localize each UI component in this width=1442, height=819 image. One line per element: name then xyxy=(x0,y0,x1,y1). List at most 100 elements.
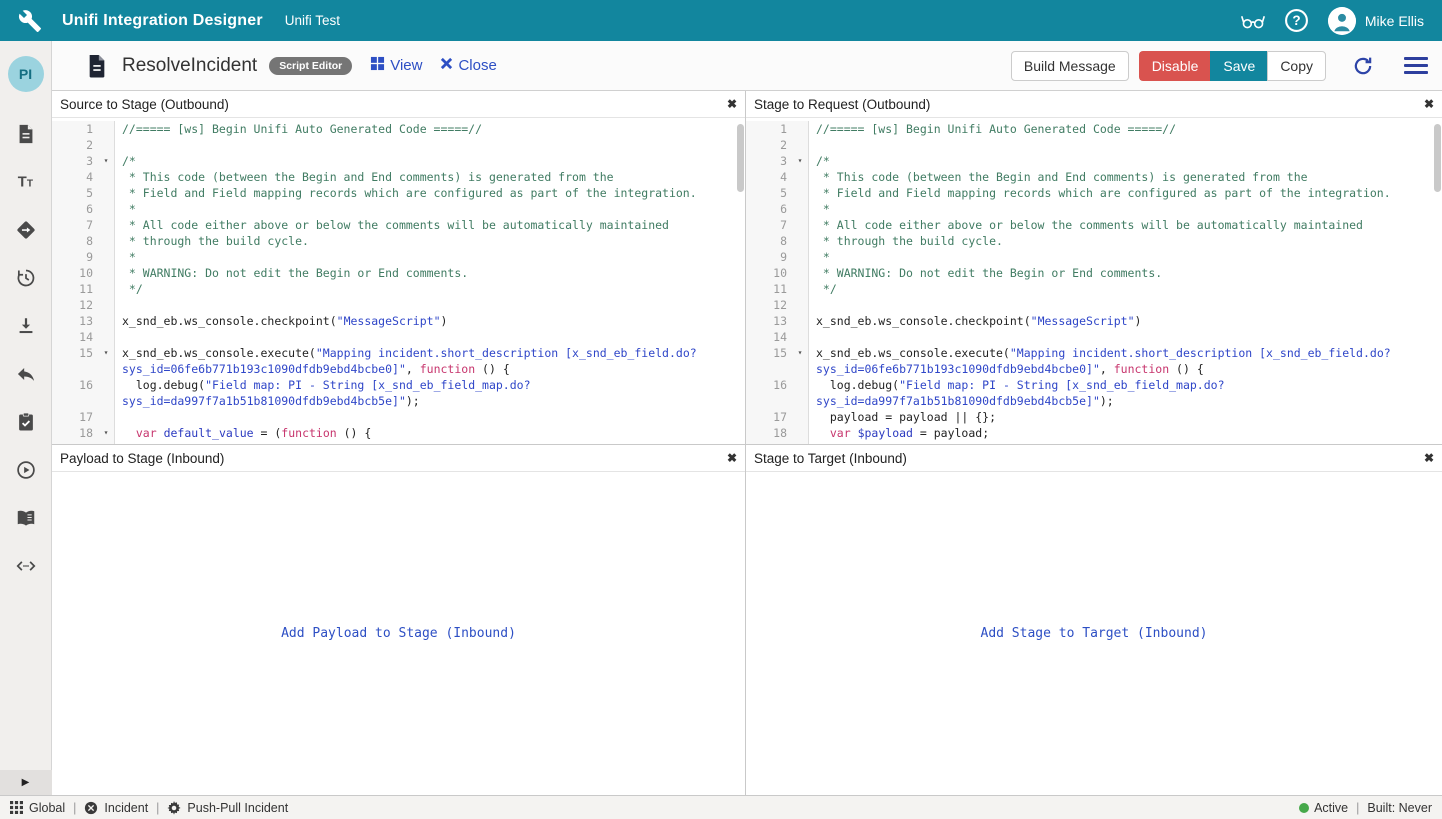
code-line: 3▾/* xyxy=(52,153,745,169)
sidebar-avatar-pi[interactable]: PI xyxy=(8,56,44,92)
save-button[interactable]: Save xyxy=(1210,51,1267,81)
sidebar-item-undo[interactable] xyxy=(0,350,52,398)
fold-arrow-icon[interactable]: ▾ xyxy=(792,345,809,361)
code-text[interactable] xyxy=(809,137,1442,153)
fold-arrow-icon[interactable]: ▾ xyxy=(98,425,115,441)
code-text[interactable]: var default_value = (function () { xyxy=(115,425,745,441)
view-link-label: View xyxy=(390,57,422,74)
line-number: 15 xyxy=(52,345,98,361)
code-text[interactable]: /* xyxy=(809,153,1442,169)
code-text[interactable]: sys_id=da997f7a1b51b81090dfdb9ebd4bcb5e]… xyxy=(115,393,745,409)
sidebar-expand-button[interactable]: ▶ xyxy=(0,770,52,795)
code-line: 12 xyxy=(52,297,745,313)
code-text[interactable]: sys_id=06fe6b771b193c1090dfdb9ebd4bcbe0]… xyxy=(809,361,1442,377)
code-editor-stage-to-request[interactable]: 1//===== [ws] Begin Unifi Auto Generated… xyxy=(746,118,1442,444)
close-link[interactable]: Close xyxy=(440,57,496,74)
code-text[interactable]: log.debug("Field map: PI - String [x_snd… xyxy=(115,377,745,393)
code-text[interactable]: * Field and Field mapping records which … xyxy=(115,185,745,201)
sidebar-item-history[interactable] xyxy=(0,254,52,302)
code-text[interactable]: * All code either above or below the com… xyxy=(115,217,745,233)
help-icon[interactable]: ? xyxy=(1284,8,1310,34)
editor-empty-area[interactable] xyxy=(746,441,1442,444)
code-text[interactable]: * Field and Field mapping records which … xyxy=(809,185,1442,201)
directions-icon xyxy=(15,219,37,241)
panel-close-icon[interactable]: ✖ xyxy=(727,451,737,465)
code-text[interactable]: var $payload = payload; xyxy=(809,425,1442,441)
code-line: 6 * xyxy=(746,201,1442,217)
code-text[interactable]: log.debug("Field map: PI - String [x_snd… xyxy=(809,377,1442,393)
code-text[interactable]: * xyxy=(115,249,745,265)
separator: | xyxy=(1356,801,1359,815)
view-link[interactable]: View xyxy=(370,56,422,75)
code-text[interactable]: sys_id=06fe6b771b193c1090dfdb9ebd4bcbe0]… xyxy=(115,361,745,377)
sidebar-item-run[interactable] xyxy=(0,446,52,494)
disable-button[interactable]: Disable xyxy=(1139,51,1211,81)
code-text[interactable]: * WARNING: Do not edit the Begin or End … xyxy=(809,265,1442,281)
code-text[interactable]: * This code (between the Begin and End c… xyxy=(115,169,745,185)
code-text[interactable]: * This code (between the Begin and End c… xyxy=(809,169,1442,185)
build-message-button[interactable]: Build Message xyxy=(1011,51,1129,81)
code-text[interactable]: */ xyxy=(809,281,1442,297)
code-editor-source-to-stage[interactable]: 1//===== [ws] Begin Unifi Auto Generated… xyxy=(52,118,745,444)
code-line: 2 xyxy=(746,137,1442,153)
fold-gutter xyxy=(792,201,809,217)
code-text[interactable]: sys_id=da997f7a1b51b81090dfdb9ebd4bcb5e]… xyxy=(809,393,1442,409)
fold-arrow-icon[interactable]: ▾ xyxy=(792,153,809,169)
line-number: 13 xyxy=(52,313,98,329)
status-item-incident[interactable]: Incident xyxy=(84,801,148,815)
code-text[interactable]: x_snd_eb.ws_console.execute("Mapping inc… xyxy=(115,345,745,361)
code-text[interactable]: * through the build cycle. xyxy=(809,233,1442,249)
code-text[interactable]: payload = payload || {}; xyxy=(809,409,1442,425)
panel-close-icon[interactable]: ✖ xyxy=(727,97,737,111)
sidebar-item-download[interactable] xyxy=(0,302,52,350)
menu-icon[interactable] xyxy=(1404,53,1428,78)
add-payload-to-stage-link[interactable]: Add Payload to Stage (Inbound) xyxy=(281,626,516,641)
code-text[interactable]: x_snd_eb.ws_console.execute("Mapping inc… xyxy=(809,345,1442,361)
fold-gutter xyxy=(792,121,809,137)
status-item-global[interactable]: Global xyxy=(10,801,65,815)
panel-source-to-stage: Source to Stage (Outbound) ✖ 1//===== [w… xyxy=(52,91,746,445)
scrollbar[interactable] xyxy=(737,124,744,192)
fold-arrow-icon[interactable]: ▾ xyxy=(98,153,115,169)
code-text[interactable]: x_snd_eb.ws_console.checkpoint("MessageS… xyxy=(809,313,1442,329)
sidebar-item-text-format[interactable]: TT xyxy=(0,158,52,206)
fold-arrow-icon[interactable]: ▾ xyxy=(98,345,115,361)
code-text[interactable] xyxy=(809,329,1442,345)
code-text[interactable]: * xyxy=(809,201,1442,217)
environment-label: Unifi Test xyxy=(285,13,340,28)
code-text[interactable]: //===== [ws] Begin Unifi Auto Generated … xyxy=(809,121,1442,137)
code-text[interactable]: * WARNING: Do not edit the Begin or End … xyxy=(115,265,745,281)
sidebar-item-tasks[interactable] xyxy=(0,398,52,446)
sidebar-item-document[interactable] xyxy=(0,110,52,158)
editor-empty-area[interactable] xyxy=(52,441,745,444)
code-text[interactable]: /* xyxy=(115,153,745,169)
sidebar-item-docs[interactable] xyxy=(0,494,52,542)
code-text[interactable] xyxy=(115,137,745,153)
panel-close-icon[interactable]: ✖ xyxy=(1424,97,1434,111)
code-text[interactable]: * All code either above or below the com… xyxy=(809,217,1442,233)
user-menu[interactable]: Mike Ellis xyxy=(1328,7,1424,35)
code-text[interactable]: * xyxy=(809,249,1442,265)
code-text[interactable]: */ xyxy=(115,281,745,297)
code-text[interactable]: x_snd_eb.ws_console.checkpoint("MessageS… xyxy=(115,313,745,329)
code-line: 9 * xyxy=(52,249,745,265)
code-text[interactable] xyxy=(115,329,745,345)
status-item-push-pull-incident[interactable]: Push-Pull Incident xyxy=(167,801,288,815)
add-stage-to-target-link[interactable]: Add Stage to Target (Inbound) xyxy=(981,626,1208,641)
code-text[interactable] xyxy=(809,297,1442,313)
scrollbar[interactable] xyxy=(1434,124,1441,192)
copy-button[interactable]: Copy xyxy=(1267,51,1326,81)
sidebar-item-code[interactable] xyxy=(0,542,52,590)
panel-close-icon[interactable]: ✖ xyxy=(1424,451,1434,465)
sidebar-item-directions[interactable] xyxy=(0,206,52,254)
glasses-icon[interactable] xyxy=(1240,8,1266,34)
code-text[interactable]: * through the build cycle. xyxy=(115,233,745,249)
code-text[interactable] xyxy=(115,297,745,313)
code-text[interactable]: //===== [ws] Begin Unifi Auto Generated … xyxy=(115,121,745,137)
fold-gutter xyxy=(98,217,115,233)
refresh-icon[interactable] xyxy=(1352,55,1374,77)
code-text[interactable] xyxy=(115,409,745,425)
code-line: 15▾x_snd_eb.ws_console.execute("Mapping … xyxy=(52,345,745,361)
download-icon xyxy=(15,315,37,337)
code-text[interactable]: * xyxy=(115,201,745,217)
